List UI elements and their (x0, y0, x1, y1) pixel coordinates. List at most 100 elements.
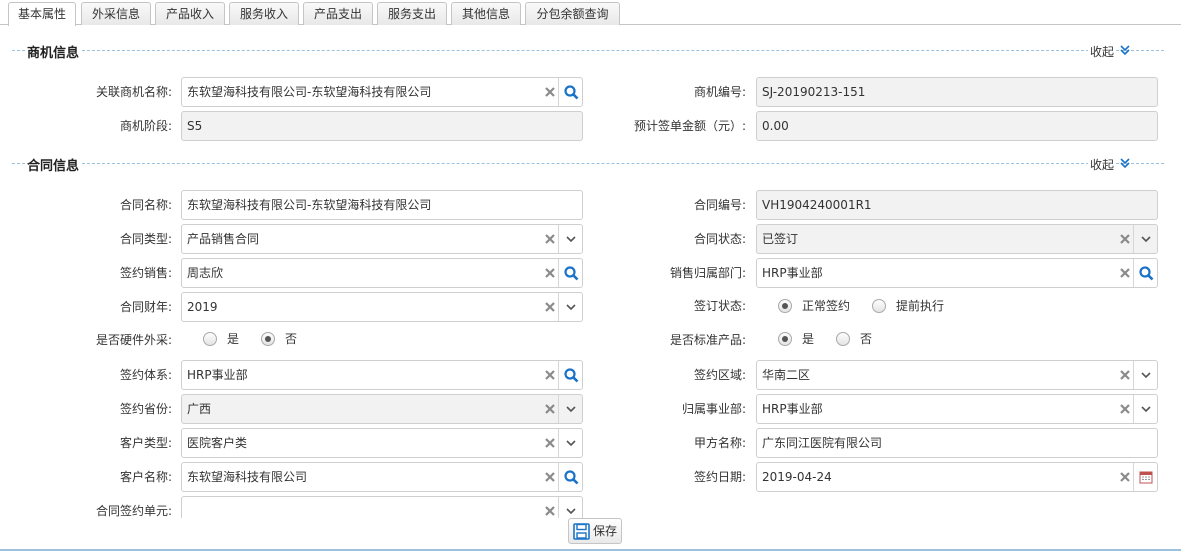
search-button[interactable] (558, 78, 582, 106)
fiscal-year-select[interactable]: 2019 (181, 292, 583, 322)
sales-person-field[interactable]: 周志欣 (181, 258, 583, 288)
contract-type-value: 产品销售合同 (187, 232, 260, 246)
search-button[interactable] (558, 259, 582, 287)
double-chevron-down-icon[interactable] (1118, 156, 1132, 170)
tab-other-info[interactable]: 其他信息 (451, 2, 521, 25)
search-icon (564, 470, 579, 485)
radio-no[interactable] (836, 332, 850, 346)
sales-person-label: 签约销售: (119, 266, 172, 280)
radio-label: 提前执行 (896, 299, 945, 313)
clear-icon[interactable] (1119, 403, 1131, 415)
radio-yes[interactable] (203, 332, 217, 346)
clear-icon[interactable] (544, 86, 556, 98)
dropdown-button[interactable] (558, 429, 582, 457)
search-button[interactable] (558, 361, 582, 389)
chevron-down-icon (1141, 406, 1151, 413)
clear-icon[interactable] (544, 233, 556, 245)
related-opportunity-label: 关联商机名称: (95, 85, 172, 99)
radio-yes[interactable] (778, 332, 792, 346)
radio-label: 正常签约 (802, 299, 851, 313)
chevron-down-icon (566, 440, 576, 447)
radio-label: 是 (802, 332, 815, 346)
customer-type-select[interactable]: 医院客户类 (181, 428, 583, 458)
tab-service-expense[interactable]: 服务支出 (377, 2, 447, 25)
contract-name-input[interactable]: 东软望海科技有限公司-东软望海科技有限公司 (181, 190, 583, 220)
tab-subcontract-balance[interactable]: 分包余额查询 (525, 2, 620, 25)
contract-code-label: 合同编号: (693, 198, 746, 212)
clear-icon[interactable] (1119, 369, 1131, 381)
dropdown-button[interactable] (558, 395, 582, 423)
clear-icon[interactable] (544, 267, 556, 279)
clear-icon[interactable] (544, 471, 556, 483)
search-icon (564, 368, 579, 383)
search-icon (564, 85, 579, 100)
sales-person-value: 周志欣 (187, 266, 224, 280)
collapse-link[interactable]: 收起 (1088, 156, 1117, 173)
sales-dept-label: 销售归属部门: (669, 266, 746, 280)
sales-dept-field[interactable]: HRP事业部 (756, 258, 1158, 288)
clear-icon[interactable] (544, 369, 556, 381)
tab-basic-attributes[interactable]: 基本属性 (8, 2, 76, 26)
contract-status-label: 合同状态: (693, 232, 746, 246)
search-icon (1139, 266, 1154, 281)
sign-region-select[interactable]: 华南二区 (756, 360, 1158, 390)
party-a-input[interactable]: 广东同江医院有限公司 (756, 428, 1158, 458)
clear-icon[interactable] (544, 301, 556, 313)
double-chevron-down-icon[interactable] (1118, 43, 1132, 57)
hardware-outsource-label: 是否硬件外采: (95, 333, 172, 347)
radio-label: 是 (227, 332, 240, 346)
chevron-down-icon (566, 236, 576, 243)
opportunity-stage-label: 商机阶段: (119, 119, 172, 133)
calendar-button[interactable] (1133, 463, 1157, 491)
clear-icon[interactable] (544, 437, 556, 449)
section-opportunity-header: 商机信息 收起 (0, 41, 1181, 61)
save-button[interactable]: 保存 (568, 518, 622, 544)
contract-code-field: VH1904240001R1 (756, 190, 1158, 220)
search-icon (564, 266, 579, 281)
tab-product-expense[interactable]: 产品支出 (303, 2, 373, 25)
customer-name-field[interactable]: 东软望海科技有限公司 (181, 462, 583, 492)
chevron-down-icon (1141, 372, 1151, 379)
contract-status-value: 已签订 (762, 232, 799, 246)
opportunity-code-label: 商机编号: (693, 85, 746, 99)
radio-early-execution[interactable] (872, 299, 886, 313)
contract-type-select[interactable]: 产品销售合同 (181, 224, 583, 254)
collapse-link[interactable]: 收起 (1088, 43, 1117, 60)
clear-icon[interactable] (1119, 267, 1131, 279)
sales-dept-value: HRP事业部 (762, 266, 823, 280)
related-opportunity-field[interactable]: 东软望海科技有限公司-东软望海科技有限公司 (181, 77, 583, 107)
tab-outsourcing-info[interactable]: 外采信息 (81, 2, 151, 25)
search-button[interactable] (558, 463, 582, 491)
expected-amount-value: 0.00 (762, 119, 789, 133)
dropdown-button[interactable] (1133, 395, 1157, 423)
contract-code-value: VH1904240001R1 (762, 198, 872, 212)
sign-region-label: 签约区域: (693, 368, 746, 382)
dropdown-button[interactable] (558, 293, 582, 321)
division-label: 归属事业部: (681, 402, 746, 416)
radio-no[interactable] (261, 332, 275, 346)
expected-amount-label: 预计签单金额（元）: (633, 119, 746, 133)
radio-normal-sign[interactable] (778, 299, 792, 313)
chevron-down-icon (566, 406, 576, 413)
sign-system-field[interactable]: HRP事业部 (181, 360, 583, 390)
dropdown-button[interactable] (1133, 361, 1157, 389)
clear-icon[interactable] (544, 403, 556, 415)
sign-status-radio-group: 正常签约 提前执行 (776, 291, 996, 321)
clear-icon[interactable] (544, 505, 556, 517)
hardware-outsource-radio-group: 是 否 (201, 324, 351, 354)
sign-region-value: 华南二区 (762, 368, 811, 382)
tab-service-income[interactable]: 服务收入 (229, 2, 299, 25)
search-button[interactable] (1133, 259, 1157, 287)
sign-province-select[interactable]: 广西 (181, 394, 583, 424)
customer-name-value: 东软望海科技有限公司 (187, 470, 308, 484)
party-a-value: 广东同江医院有限公司 (762, 436, 883, 450)
sign-province-label: 签约省份: (119, 402, 172, 416)
tab-product-income[interactable]: 产品收入 (155, 2, 225, 25)
division-select[interactable]: HRP事业部 (756, 394, 1158, 424)
sign-province-value: 广西 (187, 402, 212, 416)
dropdown-button[interactable] (558, 225, 582, 253)
section-contract-header: 合同信息 收起 (0, 154, 1181, 174)
clear-icon[interactable] (1119, 471, 1131, 483)
sign-date-field[interactable]: 2019-04-24 (756, 462, 1158, 492)
calendar-icon (1139, 471, 1153, 484)
